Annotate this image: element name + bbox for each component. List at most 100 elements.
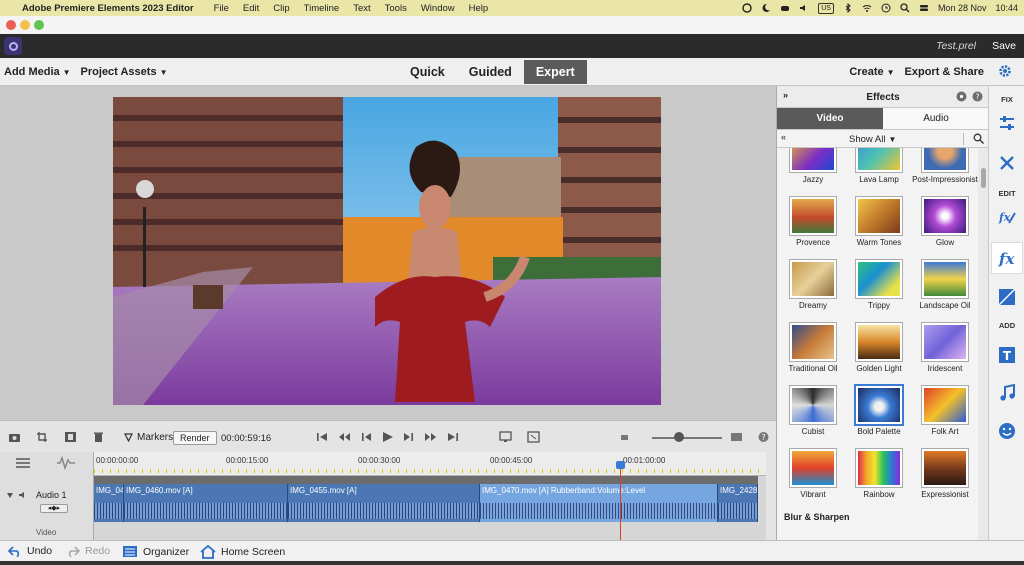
help-icon[interactable]: ?	[757, 431, 770, 443]
effect-tile[interactable]: Cubist	[780, 383, 846, 446]
zoom-slider[interactable]	[652, 437, 722, 439]
fullscreen-icon[interactable]	[499, 431, 512, 443]
fit-icon[interactable]	[527, 431, 540, 443]
effect-tile[interactable]: Expressionist	[912, 446, 978, 509]
fast-forward-icon[interactable]	[424, 431, 437, 443]
zoom-out-icon[interactable]	[618, 431, 631, 443]
rewind-icon[interactable]	[338, 431, 351, 443]
project-assets-button[interactable]: Project Assets ▼	[81, 66, 168, 78]
effect-tile[interactable]: Glow	[912, 194, 978, 257]
export-share-button[interactable]: Export & Share	[905, 66, 984, 78]
moon-icon[interactable]	[761, 3, 771, 13]
scrollbar-thumb[interactable]	[981, 168, 986, 188]
step-back-icon[interactable]	[360, 431, 373, 443]
track-options-icon[interactable]	[14, 456, 32, 470]
zoom-window-button[interactable]	[34, 20, 44, 30]
camera-icon[interactable]	[8, 431, 21, 443]
play-icon[interactable]	[381, 431, 394, 443]
panel-help-icon[interactable]: ?	[972, 91, 983, 102]
search-icon[interactable]	[900, 3, 910, 13]
filter-dropdown[interactable]: Show All ▼	[849, 134, 896, 145]
control-center-icon[interactable]	[919, 3, 929, 13]
effect-tile[interactable]: Lava Lamp	[846, 148, 912, 194]
zoom-in-icon[interactable]	[730, 431, 743, 443]
playhead-line[interactable]	[620, 462, 621, 540]
effect-tile[interactable]: Rainbow	[846, 446, 912, 509]
tab-quick[interactable]: Quick	[398, 60, 457, 84]
effect-tile[interactable]: Landscape Oil	[912, 257, 978, 320]
tab-video[interactable]: Video	[777, 108, 883, 130]
effect-tile-selected[interactable]: Bold Palette	[846, 383, 912, 446]
tools-icon[interactable]	[998, 154, 1016, 172]
graphics-icon[interactable]	[998, 422, 1016, 440]
effect-tile[interactable]: Dreamy	[780, 257, 846, 320]
gear-icon[interactable]	[998, 64, 1012, 78]
menu-timeline[interactable]: Timeline	[304, 3, 340, 14]
audio-clip[interactable]: IMG_0455.mov [A]	[288, 484, 480, 522]
audio-clip[interactable]: IMG_04	[94, 484, 124, 522]
effect-tile[interactable]: Golden Light	[846, 320, 912, 383]
minimize-window-button[interactable]	[20, 20, 30, 30]
effect-tile[interactable]: Iridescent	[912, 320, 978, 383]
add-media-button[interactable]: Add Media ▼	[4, 66, 71, 78]
video-preview[interactable]	[113, 97, 661, 405]
applied-effects-icon[interactable]: fx	[998, 208, 1016, 226]
menu-edit[interactable]: Edit	[243, 3, 259, 14]
effect-tile[interactable]: Trippy	[846, 257, 912, 320]
music-icon[interactable]	[998, 384, 1016, 402]
menu-help[interactable]: Help	[469, 3, 489, 14]
audio-clip-selected[interactable]: IMG_0470.mov [A] Rubberband:Volume:Level	[480, 484, 718, 522]
playhead-handle[interactable]	[616, 461, 625, 469]
menu-text[interactable]: Text	[353, 3, 370, 14]
trash-icon[interactable]	[92, 431, 105, 443]
redo-button[interactable]: Redo	[66, 545, 110, 557]
keyframe-nav[interactable]: ◂◆▸	[40, 504, 68, 513]
effects-tool-active[interactable]: fx	[991, 242, 1023, 274]
zoom-slider-handle[interactable]	[674, 432, 684, 442]
time-machine-icon[interactable]	[881, 3, 891, 13]
volume-icon[interactable]	[799, 3, 809, 13]
menu-tools[interactable]: Tools	[385, 3, 407, 14]
effect-tile[interactable]: Folk Art	[912, 383, 978, 446]
save-button[interactable]: Save	[992, 40, 1016, 52]
collapse-left-icon[interactable]: «	[781, 132, 786, 142]
crop-icon[interactable]	[36, 431, 49, 443]
timeline-scrollbar[interactable]	[766, 452, 776, 540]
time-ruler[interactable]: 00:00:00:00 00:00:15:00 00:00:30:00 00:0…	[94, 452, 766, 476]
input-source[interactable]: US	[818, 2, 834, 14]
audio-clip[interactable]: IMG_2428	[718, 484, 758, 522]
titles-icon[interactable]: T	[998, 346, 1016, 364]
menu-clip[interactable]: Clip	[273, 3, 289, 14]
go-to-start-icon[interactable]	[316, 431, 329, 443]
search-icon[interactable]	[973, 133, 984, 144]
markers-menu[interactable]: Markers	[124, 432, 173, 443]
film-icon[interactable]	[64, 431, 77, 443]
organizer-button[interactable]: Organizer	[122, 545, 189, 558]
tab-guided[interactable]: Guided	[457, 60, 524, 84]
bluetooth-icon[interactable]	[843, 3, 853, 13]
menu-app-name[interactable]: Adobe Premiere Elements 2023 Editor	[22, 3, 194, 14]
close-window-button[interactable]	[6, 20, 16, 30]
effect-tile[interactable]: Jazzy	[780, 148, 846, 194]
panel-settings-icon[interactable]	[956, 91, 967, 102]
speaker-icon[interactable]	[18, 490, 28, 500]
audio-clip[interactable]: IMG_0460.mov [A]	[124, 484, 288, 522]
collapse-track-icon[interactable]	[6, 491, 14, 499]
menu-window[interactable]: Window	[421, 3, 455, 14]
tab-audio[interactable]: Audio	[883, 108, 989, 130]
create-button[interactable]: Create ▼	[849, 66, 894, 78]
wifi-icon[interactable]	[862, 3, 872, 13]
tab-expert[interactable]: Expert	[523, 59, 587, 84]
render-button[interactable]: Render	[173, 431, 217, 445]
step-forward-icon[interactable]	[402, 431, 415, 443]
undo-button[interactable]: Undo	[8, 545, 52, 557]
effect-tile[interactable]: Provence	[780, 194, 846, 257]
effect-tile[interactable]: Warm Tones	[846, 194, 912, 257]
effect-tile[interactable]: Post-Impressionist	[912, 148, 978, 194]
go-to-end-icon[interactable]	[446, 431, 459, 443]
home-screen-button[interactable]: Home Screen	[200, 545, 285, 559]
creative-cloud-icon[interactable]	[742, 3, 752, 13]
effect-tile[interactable]: Vibrant	[780, 446, 846, 509]
cloud-icon[interactable]	[780, 3, 790, 13]
audio-mixer-icon[interactable]	[56, 456, 76, 470]
